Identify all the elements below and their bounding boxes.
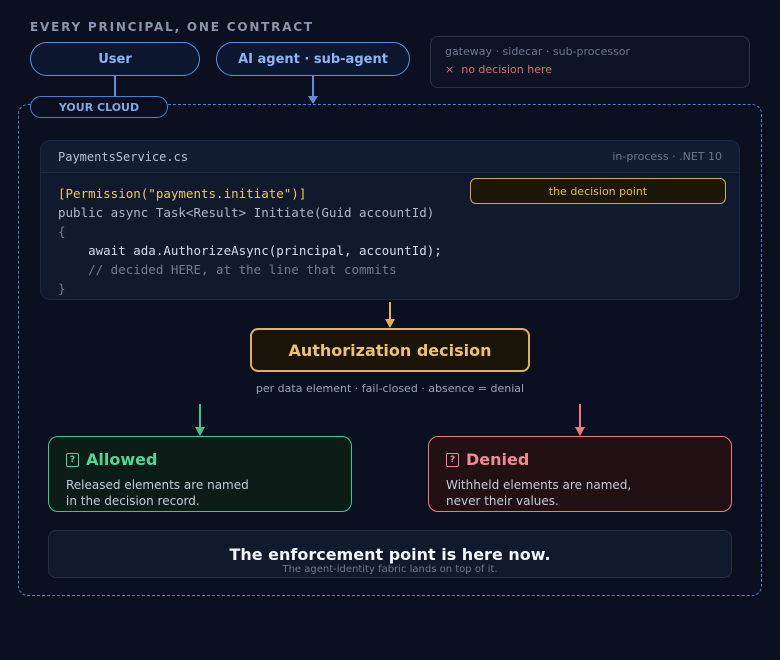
allowed-title: Allowed [86,450,158,469]
unknown-glyph-icon: ? [66,452,79,467]
code-filename: PaymentsService.cs [58,150,189,164]
code-runtime-meta: in-process · .NET 10 [612,150,722,163]
allowed-description: Released elements are named in the decis… [66,477,334,509]
agent-arrow-head [308,96,318,104]
enforcement-title: The enforcement point is here now. [229,545,551,564]
close-icon: × [445,63,455,76]
bypass-warning-text: no decision here [461,63,553,76]
code-line-close-brace: } [58,281,66,296]
code-line-authorize-call: await ada.AuthorizeAsync(principal, acco… [58,243,442,258]
code-line-attribute: [Permission("payments.initiate")] [58,186,307,201]
bypass-warning: × no decision here [445,63,735,76]
denied-description: Withheld elements are named, never their… [446,477,714,509]
authorization-decision-node: Authorization decision [250,328,530,372]
enforcement-banner: The enforcement point is here now. The a… [48,530,732,578]
code-line-comment: // decided HERE, at the line that commit… [58,262,397,277]
decision-point-badge: the decision point [470,178,726,204]
code-line-signature: public async Task<Result> Initiate(Guid … [58,205,435,220]
cloud-label: YOUR CLOUD [30,96,168,118]
enforcement-subtitle: The agent-identity fabric lands on top o… [282,564,498,575]
code-line-open-brace: { [58,224,66,239]
code-card-header: PaymentsService.cs in-process · .NET 10 [41,141,739,173]
code-card: PaymentsService.cs in-process · .NET 10 … [40,140,740,300]
authorization-decision-subtitle: per data element · fail-closed · absence… [255,382,525,395]
diagram-eyebrow: EVERY PRINCIPAL, ONE CONTRACT [30,20,314,34]
allowed-title-row: ? Allowed [66,450,334,469]
denied-card: ? Denied Withheld elements are named, ne… [428,436,732,512]
principal-ai-agent: AI agent · sub-agent [216,42,410,76]
denied-text-line-1: Withheld elements are named, [446,478,632,492]
allowed-text-line-1: Released elements are named [66,478,249,492]
code-snippet: [Permission("payments.initiate")] public … [58,184,442,298]
allowed-text-line-2: in the decision record. [66,494,200,508]
allowed-card: ? Allowed Released elements are named in… [48,436,352,512]
bypass-note: gateway · sidecar · sub-processor × no d… [430,36,750,88]
denied-title-row: ? Denied [446,450,714,469]
principal-user: User [30,42,200,76]
denied-title: Denied [466,450,530,469]
bypass-items: gateway · sidecar · sub-processor [445,45,631,58]
denied-text-line-2: never their values. [446,494,559,508]
unknown-glyph-icon: ? [446,452,459,467]
